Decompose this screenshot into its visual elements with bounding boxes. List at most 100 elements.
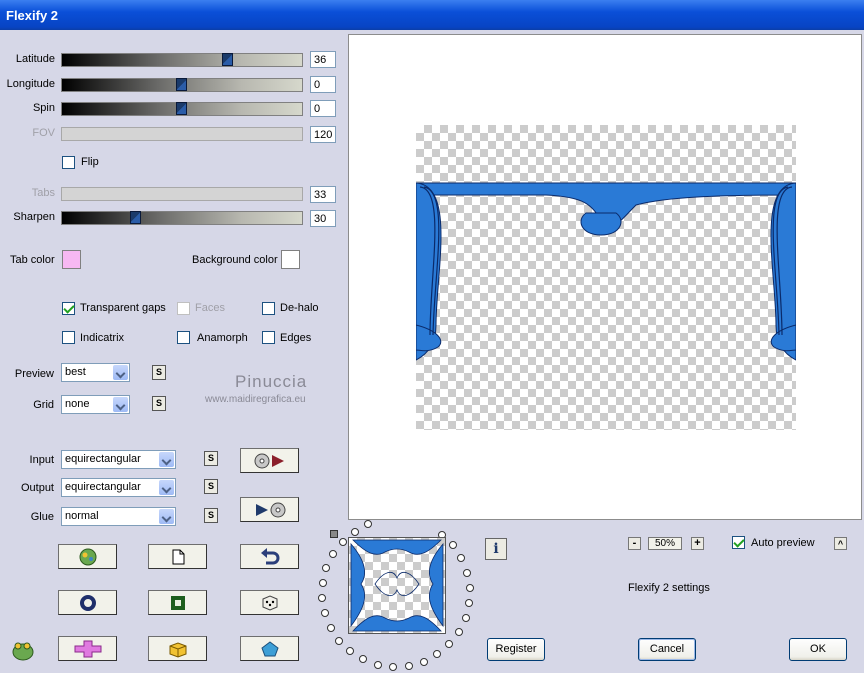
navigator-dot[interactable] — [448, 541, 457, 550]
glue-select[interactable]: normal — [61, 507, 176, 526]
preview-label: Preview — [14, 368, 54, 380]
longitude-value[interactable]: 0 — [310, 76, 336, 93]
spin-slider[interactable] — [61, 102, 303, 116]
navigator-handle[interactable] — [330, 530, 338, 538]
navigator-dot[interactable] — [457, 554, 466, 563]
undo-button[interactable] — [240, 544, 299, 569]
randomize-button[interactable] — [58, 544, 117, 569]
anamorph-checkbox[interactable] — [177, 331, 190, 344]
latitude-slider-thumb[interactable] — [222, 53, 233, 66]
navigator-dot[interactable] — [465, 583, 474, 592]
grid-s-button[interactable]: S — [152, 396, 166, 411]
navigator-dot[interactable] — [326, 623, 335, 632]
grid-label: Grid — [33, 399, 54, 411]
frog-globe-icon — [79, 548, 96, 565]
navigator-dot[interactable] — [322, 563, 331, 572]
cancel-button[interactable]: Cancel — [638, 638, 696, 661]
navigator-dot[interactable] — [454, 628, 463, 637]
title-bar: Flexify 2 — [0, 0, 864, 30]
collapse-button[interactable]: ^ — [834, 537, 847, 550]
navigator-dot[interactable] — [350, 527, 359, 536]
input-label: Input — [29, 454, 54, 466]
navigator-dot[interactable] — [335, 636, 344, 645]
tabs-label: Tabs — [31, 187, 55, 199]
navigator-dot[interactable] — [338, 537, 347, 546]
square-shape-button[interactable] — [148, 590, 207, 615]
latitude-label: Latitude — [15, 53, 55, 65]
fov-value[interactable]: 120 — [310, 126, 336, 143]
latitude-value[interactable]: 36 — [310, 51, 336, 68]
output-select-value: equirectangular — [65, 481, 141, 493]
disc-play-icon — [254, 453, 284, 468]
chevron-down-icon — [159, 452, 174, 467]
navigator-dot[interactable] — [364, 520, 373, 529]
save-output-button[interactable] — [240, 497, 299, 522]
cross-shape-button[interactable] — [58, 636, 117, 661]
tabs-value[interactable]: 33 — [310, 186, 336, 203]
auto-preview-label: Auto preview — [751, 537, 815, 549]
latitude-slider[interactable] — [61, 53, 303, 67]
ok-button[interactable]: OK — [789, 638, 847, 661]
navigator-dot[interactable] — [389, 662, 398, 671]
preview-select-value: best — [65, 366, 86, 378]
new-button[interactable] — [148, 544, 207, 569]
window-title: Flexify 2 — [6, 8, 59, 23]
edges-checkbox[interactable] — [262, 331, 275, 344]
navigator-dot[interactable] — [374, 660, 383, 669]
square-icon — [170, 595, 185, 610]
navigator-dot[interactable] — [433, 650, 442, 659]
de-halo-label: De-halo — [280, 302, 319, 314]
auto-preview-checkbox[interactable] — [732, 536, 745, 549]
longitude-slider-thumb[interactable] — [176, 78, 187, 91]
chevron-down-icon — [159, 480, 174, 495]
transparent-gaps-checkbox[interactable] — [62, 302, 75, 315]
sharpen-slider-thumb[interactable] — [130, 211, 141, 224]
output-s-button[interactable]: S — [204, 479, 218, 494]
input-s-button[interactable]: S — [204, 451, 218, 466]
longitude-slider[interactable] — [61, 78, 303, 92]
navigator-dot[interactable] — [359, 655, 368, 664]
de-halo-checkbox[interactable] — [262, 302, 275, 315]
glue-s-button[interactable]: S — [204, 508, 218, 523]
navigator-dot[interactable] — [320, 609, 329, 618]
preview-s-button[interactable]: S — [152, 365, 166, 380]
navigator-dot[interactable] — [445, 640, 454, 649]
navigator-dot[interactable] — [318, 594, 327, 603]
navigator-dot[interactable] — [318, 578, 327, 587]
navigator-dot[interactable] — [346, 647, 355, 656]
navigator-dot[interactable] — [419, 657, 428, 666]
background-color-swatch[interactable] — [281, 250, 300, 269]
circle-shape-button[interactable] — [58, 590, 117, 615]
register-button[interactable]: Register — [487, 638, 545, 661]
navigator-dot[interactable] — [404, 661, 413, 670]
input-select[interactable]: equirectangular — [61, 450, 176, 469]
preview-panel[interactable] — [348, 34, 862, 520]
navigator-thumbnail[interactable] — [348, 537, 446, 634]
info-button[interactable]: i — [485, 538, 507, 560]
sharpen-slider[interactable] — [61, 211, 303, 225]
cube-shape-button[interactable] — [148, 636, 207, 661]
spin-label: Spin — [32, 102, 55, 114]
navigator-dot[interactable] — [329, 549, 338, 558]
undo-icon — [260, 547, 279, 564]
load-input-button[interactable] — [240, 448, 299, 473]
spin-slider-thumb[interactable] — [176, 102, 187, 115]
flip-checkbox[interactable] — [62, 156, 75, 169]
indicatrix-checkbox[interactable] — [62, 331, 75, 344]
navigator-dot[interactable] — [463, 568, 472, 577]
ring-icon — [79, 594, 96, 611]
navigator-dot[interactable] — [465, 599, 474, 608]
fov-slider — [61, 127, 303, 141]
dice-icon — [262, 594, 277, 611]
spin-value[interactable]: 0 — [310, 100, 336, 117]
navigator-dot[interactable] — [461, 614, 470, 623]
zoom-in-button[interactable]: + — [691, 537, 704, 550]
pentagon-shape-button[interactable] — [240, 636, 299, 661]
zoom-out-button[interactable]: - — [628, 537, 641, 550]
preview-select[interactable]: best — [61, 363, 130, 382]
random-dice-button[interactable] — [240, 590, 299, 615]
output-select[interactable]: equirectangular — [61, 478, 176, 497]
grid-select[interactable]: none — [61, 395, 130, 414]
sharpen-value[interactable]: 30 — [310, 210, 336, 227]
tab-color-swatch[interactable] — [62, 250, 81, 269]
